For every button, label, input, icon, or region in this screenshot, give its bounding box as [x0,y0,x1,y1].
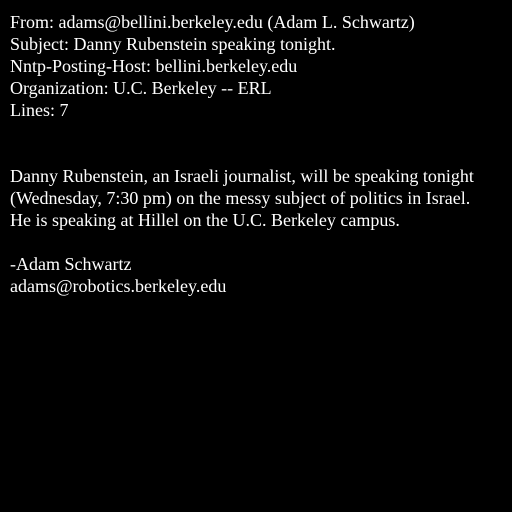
body-line: He is speaking at Hillel on the U.C. Ber… [10,210,400,230]
body-line: Danny Rubenstein, an Israeli journalist,… [10,166,474,186]
header-subject: Subject: Danny Rubenstein speaking tonig… [10,34,336,54]
header-organization: Organization: U.C. Berkeley -- ERL [10,78,272,98]
message-body: Danny Rubenstein, an Israeli journalist,… [10,165,474,297]
header-lines: Lines: 7 [10,100,69,120]
header-from: From: adams@bellini.berkeley.edu (Adam L… [10,12,415,32]
message-view: From: adams@bellini.berkeley.edu (Adam L… [0,0,512,512]
signature-name: -Adam Schwartz [10,254,132,274]
body-line: (Wednesday, 7:30 pm) on the messy subjec… [10,188,471,208]
header-nntp-posting-host: Nntp-Posting-Host: bellini.berkeley.edu [10,56,298,76]
message-headers: From: adams@bellini.berkeley.edu (Adam L… [10,11,415,121]
signature-email: adams@robotics.berkeley.edu [10,276,227,296]
